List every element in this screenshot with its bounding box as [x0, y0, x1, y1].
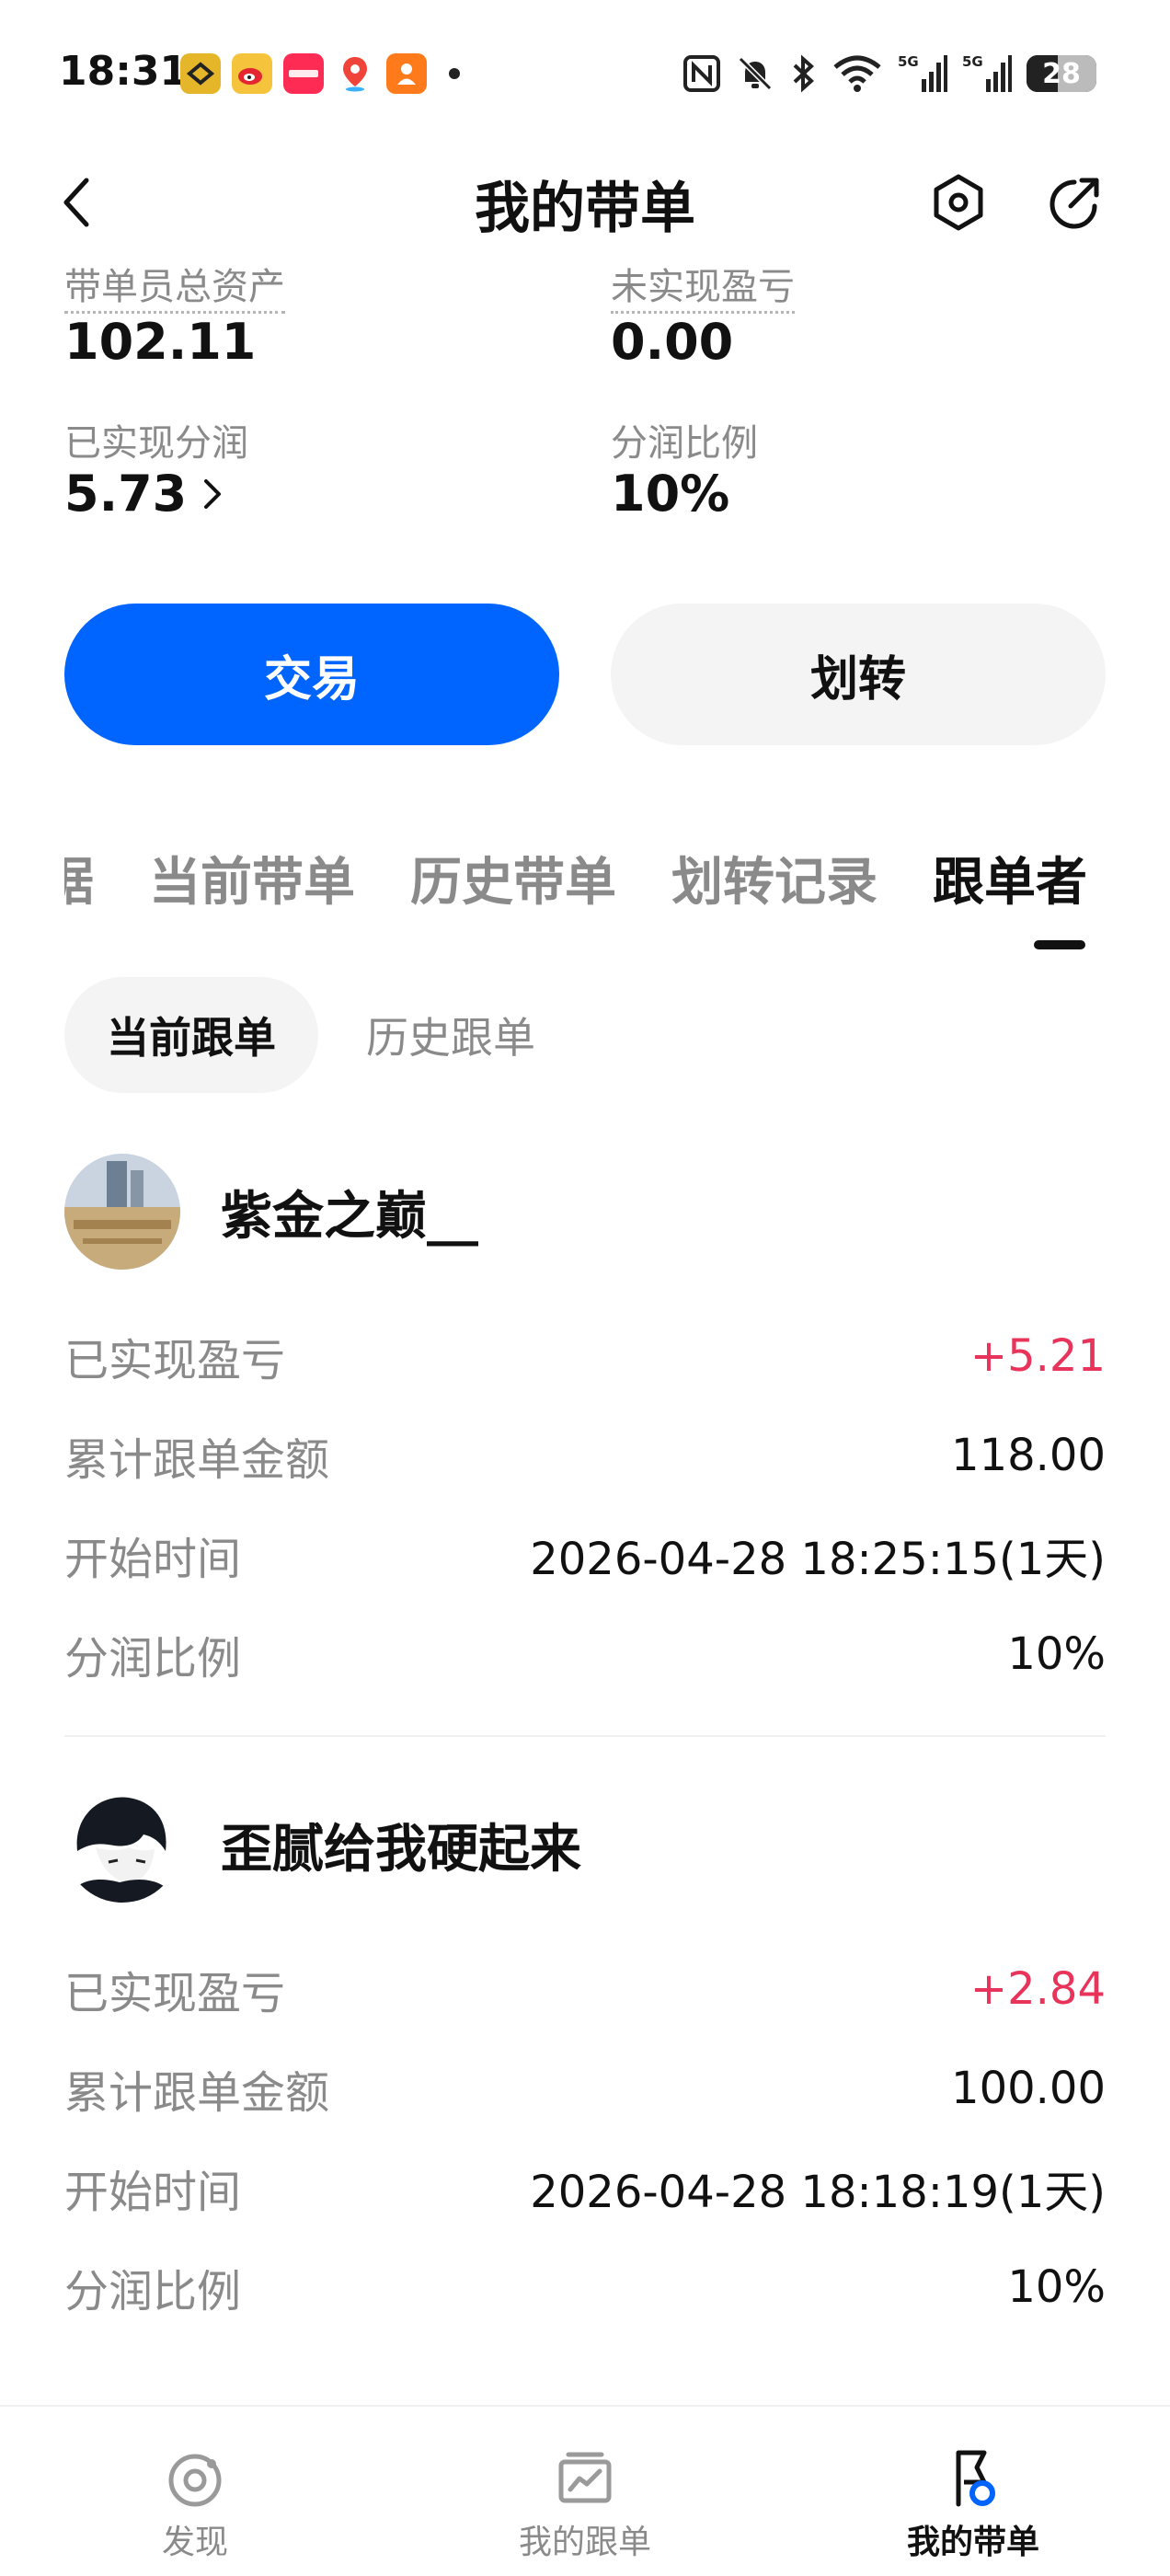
card-divider [64, 1735, 1106, 1737]
unrealized-pnl-value: 0.00 [611, 313, 734, 371]
settings-button[interactable] [927, 171, 990, 234]
bottom-nav-my-follow[interactable]: 我的跟单 [475, 2445, 695, 2563]
wifi-icon [832, 53, 883, 94]
row-total-follow-amount: 累计跟单金额 118.00 [64, 1406, 1106, 1505]
row-share-ratio: 分润比例 10% [64, 2237, 1106, 2337]
start-time-value: 2026-04-28 18:18:19(1天) [530, 2167, 1106, 2218]
total-follow-amount-value: 118.00 [951, 1430, 1106, 1481]
row-total-follow-amount: 累计跟单金额 100.00 [64, 2039, 1106, 2138]
follower-header: 歪腻给我硬起来 [64, 1785, 1106, 1904]
total-follow-amount-value: 100.00 [951, 2063, 1106, 2114]
status-bar: 18:31 5G 5G 28 [0, 0, 1170, 147]
weibo-icon [232, 53, 272, 94]
realized-share-label: 已实现分润 [64, 422, 248, 465]
bottom-nav: 发现 我的跟单 我的带单 [0, 2405, 1170, 2576]
status-time: 18:31 [59, 48, 189, 95]
follower-header: 紫金之巅__ [64, 1152, 1106, 1271]
unrealized-pnl-label[interactable]: 未实现盈亏 [611, 265, 795, 314]
follower-name: 紫金之巅__ [221, 1186, 478, 1247]
chart-board-icon [558, 2452, 612, 2503]
start-time-label: 开始时间 [64, 2167, 242, 2218]
bluetooth-icon [789, 53, 817, 94]
tab-history-lead[interactable]: 历史带单 [410, 841, 616, 926]
delivery-app-icon [386, 53, 427, 94]
maps-icon [335, 53, 375, 94]
stat-unrealized-pnl: 未实现盈亏 0.00 [611, 265, 795, 371]
avatar[interactable] [64, 1787, 180, 1903]
total-assets-label[interactable]: 带单员总资产 [64, 265, 285, 314]
subtab-current-follow[interactable]: 当前跟单 [64, 977, 318, 1093]
bottom-nav-discover[interactable]: 发现 [85, 2445, 305, 2563]
share-ratio-value: 10% [611, 465, 730, 523]
tab-transfer-records[interactable]: 划转记录 [671, 841, 878, 926]
transfer-button[interactable]: 划转 [611, 604, 1106, 745]
signal-5g-1-icon: 5G [898, 53, 947, 94]
tab-bar: 数据 当前带单 历史带单 划转记录 跟单者 [64, 841, 1106, 951]
mute-icon [736, 53, 774, 94]
row-share-ratio: 分润比例 10% [64, 1604, 1106, 1704]
stat-share-ratio: 分润比例 10% [611, 421, 758, 523]
share-ratio-value: 10% [1007, 2261, 1106, 2313]
stat-realized-share[interactable]: 已实现分润 5.73 [64, 421, 248, 523]
notification-dot [449, 68, 460, 79]
nfc-icon [682, 53, 721, 94]
total-assets-value: 102.11 [64, 313, 257, 371]
avatar[interactable] [64, 1154, 180, 1270]
wallet-app-icon [180, 53, 221, 94]
bottom-nav-discover-label: 发现 [161, 2524, 228, 2561]
start-time-label: 开始时间 [64, 1534, 242, 1585]
tab-data[interactable]: 数据 [64, 841, 94, 926]
share-ratio-value: 10% [1007, 1628, 1106, 1680]
stat-total-assets: 带单员总资产 102.11 [64, 265, 285, 371]
realized-pnl-label: 已实现盈亏 [64, 1335, 286, 1386]
svg-text:5G: 5G [962, 53, 983, 70]
total-follow-amount-label: 累计跟单金额 [64, 1434, 330, 1486]
status-system-icons: 5G 5G 28 [682, 53, 1096, 94]
xiaohongshu-icon [283, 53, 324, 94]
battery-level: 28 [1042, 57, 1081, 90]
total-follow-amount-label: 累计跟单金额 [64, 2067, 330, 2119]
follower-card[interactable]: 歪腻给我硬起来 已实现盈亏 +2.84 累计跟单金额 100.00 开始时间 2… [64, 1785, 1106, 2337]
bottom-nav-my-follow-label: 我的跟单 [518, 2524, 651, 2561]
share-ratio-label: 分润比例 [64, 2266, 242, 2317]
bottom-nav-my-lead-label: 我的带单 [906, 2524, 1039, 2561]
nav-bar: 我的带单 [0, 147, 1170, 258]
subtab-history-follow[interactable]: 历史跟单 [340, 977, 561, 1093]
row-start-time: 开始时间 2026-04-28 18:18:19(1天) [64, 2138, 1106, 2237]
row-realized-pnl: 已实现盈亏 +2.84 [64, 1939, 1106, 2039]
chevron-right-icon [204, 479, 222, 510]
realized-pnl-label: 已实现盈亏 [64, 1968, 286, 2019]
tab-current-lead[interactable]: 当前带单 [149, 841, 355, 926]
realized-share-row[interactable]: 5.73 [64, 465, 248, 523]
share-arrow-icon [1050, 178, 1099, 229]
flag-lead-icon [956, 2450, 995, 2507]
share-ratio-label: 分润比例 [611, 422, 758, 465]
follower-name: 歪腻给我硬起来 [221, 1819, 581, 1880]
page-title: 我的带单 [475, 177, 695, 241]
bottom-nav-my-lead[interactable]: 我的带单 [863, 2445, 1084, 2563]
signal-5g-2-icon: 5G [962, 53, 1012, 94]
row-realized-pnl: 已实现盈亏 +5.21 [64, 1306, 1106, 1406]
svg-text:5G: 5G [898, 53, 919, 70]
status-app-icons [180, 53, 460, 94]
row-start-time: 开始时间 2026-04-28 18:25:15(1天) [64, 1505, 1106, 1604]
tab-followers[interactable]: 跟单者 [933, 841, 1087, 926]
realized-pnl-value: +5.21 [969, 1330, 1106, 1382]
realized-pnl-value: +2.84 [969, 1963, 1106, 2015]
discover-icon [168, 2454, 222, 2507]
realized-share-value: 5.73 [64, 465, 188, 523]
battery-indicator: 28 [1027, 55, 1096, 92]
active-tab-indicator [1034, 940, 1085, 949]
start-time-value: 2026-04-28 18:25:15(1天) [530, 1534, 1106, 1585]
share-ratio-label: 分润比例 [64, 1633, 242, 1685]
follower-card[interactable]: 紫金之巅__ 已实现盈亏 +5.21 累计跟单金额 118.00 开始时间 20… [64, 1152, 1106, 1704]
settings-hexagon-icon [934, 174, 983, 231]
trade-button[interactable]: 交易 [64, 604, 559, 745]
share-button[interactable] [1043, 171, 1106, 234]
